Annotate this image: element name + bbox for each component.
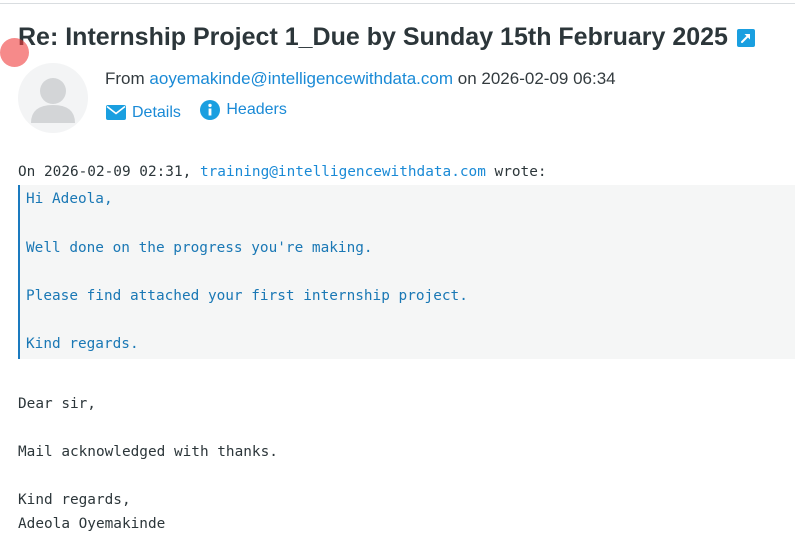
signature-line: Adeola Oyemakinde bbox=[18, 516, 166, 533]
sender-address-link[interactable]: aoyemakinde@intelligencewithdata.com bbox=[149, 69, 453, 88]
details-label: Details bbox=[132, 103, 181, 121]
sender-avatar bbox=[18, 63, 88, 133]
message-body: On 2026-02-09 02:31, training@intelligen… bbox=[18, 160, 795, 537]
quoted-message: Hi Adeola, Well done on the progress you… bbox=[18, 185, 795, 359]
headers-label: Headers bbox=[226, 101, 287, 118]
open-external-icon[interactable] bbox=[736, 29, 755, 47]
sender-line: From aoyemakinde@intelligencewithdata.co… bbox=[105, 67, 616, 91]
quote-attribution: On 2026-02-09 02:31, training@intelligen… bbox=[18, 160, 795, 184]
from-label: From bbox=[105, 69, 145, 88]
quote-blank-line bbox=[26, 211, 795, 235]
header-actions: Details Headers bbox=[106, 99, 287, 127]
envelope-icon bbox=[106, 105, 126, 120]
quoted-line: Well done on the progress you're making. bbox=[26, 239, 373, 256]
quote-attribution-suffix: wrote: bbox=[494, 164, 547, 180]
top-divider bbox=[0, 3, 795, 4]
subject-text: Re: Internship Project 1_Due by Sunday 1… bbox=[18, 23, 728, 51]
headers-button[interactable]: Headers bbox=[200, 99, 287, 121]
quote-blank-line bbox=[26, 260, 795, 284]
details-button[interactable]: Details bbox=[106, 102, 181, 124]
reply-line: Mail acknowledged with thanks. bbox=[18, 443, 278, 460]
quote-attribution-prefix: On 2026-02-09 02:31, bbox=[18, 164, 192, 180]
message-subject: Re: Internship Project 1_Due by Sunday 1… bbox=[18, 20, 755, 54]
quoted-line: Kind regards. bbox=[26, 336, 139, 353]
message-date: 2026-02-09 06:34 bbox=[481, 69, 616, 88]
cursor-indicator bbox=[0, 38, 29, 67]
reply-line: Kind regards, bbox=[18, 492, 131, 509]
date-prefix: on bbox=[457, 69, 477, 88]
quoted-line: Please find attached your first internsh… bbox=[26, 287, 468, 304]
quoted-line: Hi Adeola, bbox=[26, 191, 113, 208]
user-avatar-icon bbox=[31, 78, 75, 123]
info-icon bbox=[200, 100, 221, 120]
reply-line: Dear sir, bbox=[18, 395, 96, 412]
quoted-sender-link[interactable]: training@intelligencewithdata.com bbox=[200, 164, 486, 180]
quote-blank-line bbox=[26, 308, 795, 332]
